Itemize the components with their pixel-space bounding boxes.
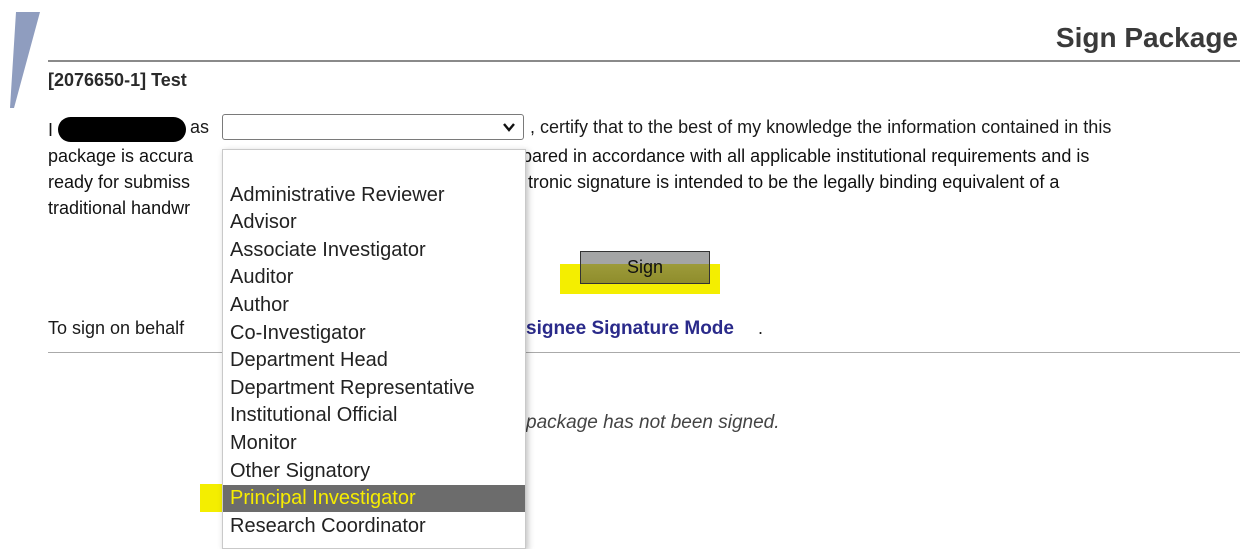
behalf-text: To sign on behalf <box>48 318 185 338</box>
as-label: as <box>190 117 210 137</box>
package-id: [2076650-1] Test <box>48 70 187 90</box>
behalf-suffix: . <box>758 318 764 338</box>
certification-line1-suffix: , certify that to the best of my knowled… <box>530 117 1112 137</box>
role-option[interactable]: Other Signatory <box>223 458 525 485</box>
role-option[interactable]: Institutional Official <box>223 402 525 429</box>
certification-line4-left: traditional handwr <box>48 198 191 218</box>
role-option[interactable]: Author <box>223 292 525 319</box>
page-title: Sign Package <box>1055 22 1238 53</box>
certification-line3-left: ready for submiss <box>48 172 191 192</box>
role-option[interactable]: Auditor <box>223 264 525 291</box>
designee-signature-mode-link[interactable]: signee Signature Mode <box>526 318 734 340</box>
role-option[interactable]: Research Coordinator <box>223 513 525 540</box>
header-divider <box>48 60 1240 62</box>
role-select[interactable] <box>222 114 524 140</box>
role-option[interactable]: Co-Investigator <box>223 320 525 347</box>
role-option[interactable]: Principal Investigator <box>223 485 525 513</box>
sign-button[interactable]: Sign <box>580 251 710 284</box>
role-option[interactable]: Monitor <box>223 430 525 457</box>
certification-prefix: I <box>48 120 54 140</box>
corner-tab-decoration <box>10 12 40 108</box>
role-dropdown-list[interactable]: Administrative Reviewer Advisor Associate … <box>222 149 526 549</box>
chevron-down-icon <box>503 123 515 132</box>
certification-line2-right: pared in accordance with all applicable … <box>522 146 1090 166</box>
redacted-name <box>58 117 186 142</box>
role-option[interactable]: Department Head <box>223 347 525 374</box>
certification-line3-right: tronic signature is intended to be the l… <box>528 172 1060 192</box>
role-option[interactable]: Advisor <box>223 209 525 236</box>
role-option[interactable]: Administrative Reviewer <box>223 182 525 209</box>
role-option[interactable]: Associate Investigator <box>223 237 525 264</box>
certification-line2-left: package is accura <box>48 146 194 166</box>
role-option[interactable] <box>223 154 525 181</box>
role-option[interactable]: Department Representative <box>223 375 525 402</box>
signature-status: package has not been signed. <box>526 412 780 433</box>
